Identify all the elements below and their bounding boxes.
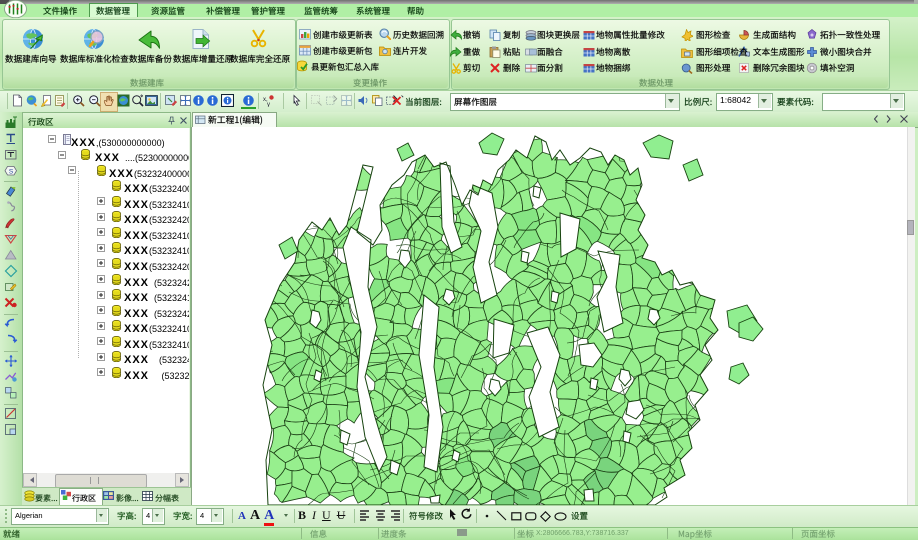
svg-text:y: y	[267, 102, 270, 107]
svg-text:S: S	[9, 169, 14, 176]
